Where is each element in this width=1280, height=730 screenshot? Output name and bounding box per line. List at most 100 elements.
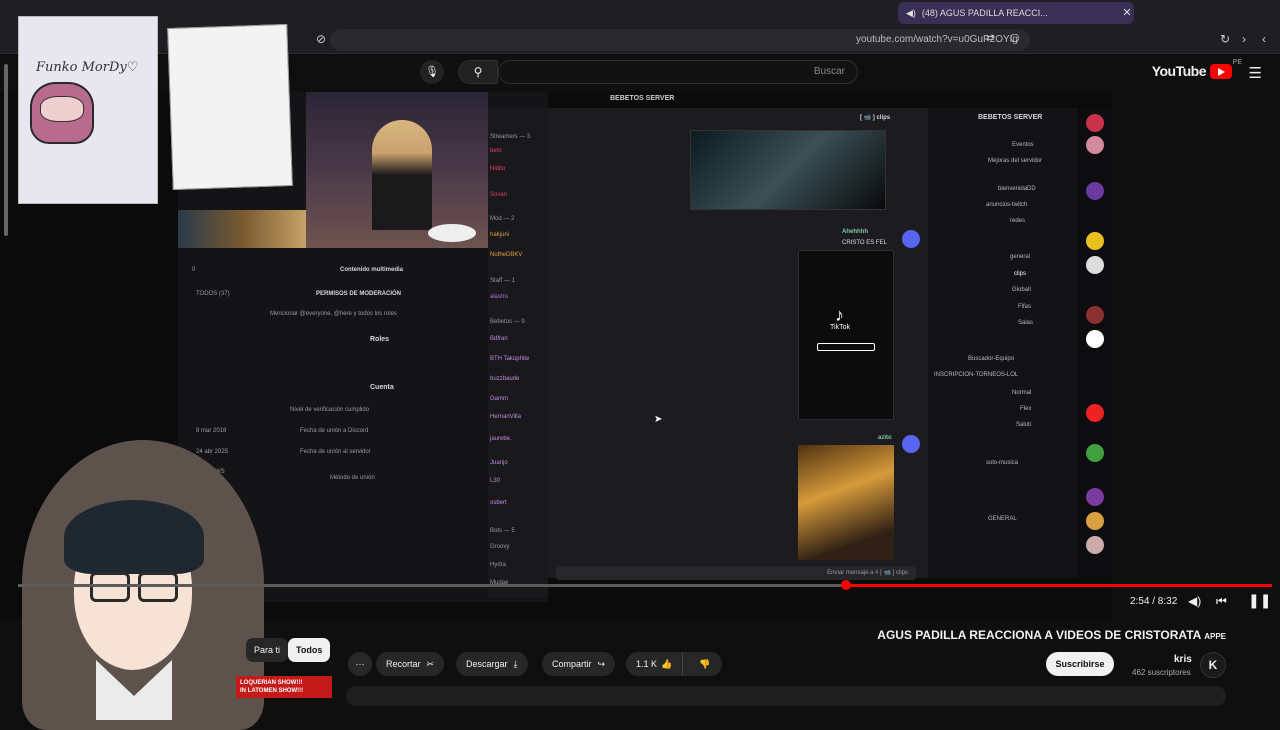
channel-item[interactable]: redes: [1010, 218, 1025, 224]
channel-item[interactable]: Saluti: [1016, 422, 1031, 428]
member-group: Bebetos — 9: [490, 319, 525, 325]
tab-title: (48) AGUS PADILLA REACCI...: [921, 8, 1048, 18]
block-icon[interactable]: ⊘: [316, 32, 326, 46]
chat-input[interactable]: Enviar mensaje a # [ 📹 ] clips: [556, 566, 916, 580]
glasses-icon: [138, 572, 178, 602]
server-icon[interactable]: [1086, 330, 1104, 348]
clip-button[interactable]: Recortar ✂: [376, 652, 445, 676]
webcam-person: [372, 120, 432, 230]
server-icon[interactable]: [1086, 488, 1104, 506]
save-bookmark-icon[interactable]: ⎔: [1010, 32, 1020, 45]
server-icon[interactable]: [1086, 256, 1104, 274]
server-icon[interactable]: [1086, 114, 1104, 132]
glasses-icon: [90, 572, 130, 602]
member-name: Groovy: [490, 544, 510, 550]
youtube-logo[interactable]: YouTube PE: [1151, 59, 1242, 79]
video-title: AGUS PADILLA REACCIONA A VIDEOS DE CRIST…: [877, 628, 1226, 642]
promo-line: LOQUERIAN SHOW!!!: [240, 680, 303, 686]
server-icon[interactable]: [1086, 512, 1104, 530]
server-icon[interactable]: [1086, 232, 1104, 250]
channel-item[interactable]: Buscador-Equipo: [968, 356, 1014, 362]
tab-close-icon[interactable]: ✕: [1120, 6, 1134, 20]
channel-item[interactable]: GlobalI: [1012, 287, 1031, 293]
server-icon[interactable]: [1086, 536, 1104, 554]
channel-item[interactable]: Mejoras del servidor: [988, 158, 1042, 164]
search-icon: ⚲: [473, 65, 483, 79]
address-bar[interactable]: youtube.com/watch?v=u0GuP2OYIg: [330, 29, 1030, 51]
channel-item[interactable]: Normal: [1012, 390, 1031, 396]
next-icon[interactable]: ⏮: [1216, 594, 1227, 609]
sound-icon: ◀): [906, 7, 916, 18]
description-box[interactable]: [346, 686, 1226, 706]
member-name: BTH Takophite: [490, 356, 530, 362]
profile-account: Cuenta: [370, 384, 394, 391]
message-author: azito: [878, 435, 892, 441]
profile-discord-joined: Fecha de unión a Discord: [300, 428, 369, 434]
recommended-thumbnail[interactable]: LOQUERIAN SHOW!!! IN LATOMEN SHOW!!!: [236, 676, 332, 698]
volume-icon[interactable]: ◀): [1188, 594, 1201, 608]
channel-item[interactable]: INSCRIPCION-TORNEOS-LOL: [934, 372, 1018, 378]
server-icon[interactable]: [1086, 444, 1104, 462]
channel-item[interactable]: solo-musica: [986, 460, 1018, 466]
pause-icon[interactable]: ❚❚: [1248, 592, 1271, 609]
tiktok-embed[interactable]: [798, 250, 894, 420]
site-info-icon[interactable]: ⇄: [986, 33, 994, 44]
webcam-plate: [428, 224, 476, 242]
discord-server-list: [1078, 108, 1112, 578]
subscribe-button[interactable]: Suscribirse: [1046, 652, 1114, 676]
server-name: BEBETOS SERVER: [978, 114, 1043, 121]
channel-item[interactable]: Flex: [1020, 406, 1031, 412]
server-icon[interactable]: [1086, 136, 1104, 154]
channel-item[interactable]: anuncios-twitch: [986, 202, 1027, 208]
channel-avatar[interactable]: K: [1200, 652, 1226, 678]
channel-item-active[interactable]: clips: [1014, 271, 1026, 277]
video-embed[interactable]: [798, 445, 894, 560]
like-button[interactable]: 1.1 K 👍: [626, 652, 684, 676]
microphone-icon: 🎙: [425, 66, 439, 78]
search-input[interactable]: Buscar: [498, 60, 858, 84]
server-icon[interactable]: [1086, 182, 1104, 200]
filter-chip-for-you[interactable]: Para ti: [246, 638, 289, 662]
video-title-text: AGUS PADILLA REACCIONA A VIDEOS DE CRIST…: [877, 628, 1201, 642]
member-name: Juanjo: [490, 460, 508, 466]
search-button[interactable]: ⚲: [458, 60, 498, 84]
tiktok-icon: ♪: [835, 305, 844, 325]
forward-icon[interactable]: ›: [1242, 32, 1246, 46]
member-name: Nidito: [490, 166, 506, 172]
logo-text: YouTube: [1151, 63, 1207, 79]
server-icon[interactable]: [1086, 306, 1104, 324]
voice-search-button[interactable]: 🎙: [420, 60, 444, 84]
channel-item[interactable]: Salas: [1018, 320, 1033, 326]
message-avatar: [902, 435, 920, 453]
channel-item[interactable]: Eventos: [1012, 142, 1034, 148]
browser-tab-active[interactable]: ◀) (48) AGUS PADILLA REACCI...: [898, 2, 1134, 24]
filter-chip-all[interactable]: Todos: [288, 638, 331, 662]
member-name: NotheDBKV: [490, 252, 523, 258]
clip-label: Recortar: [386, 659, 421, 669]
tiktok-button[interactable]: [817, 343, 875, 351]
discord-channel-header: [ 📹 ] clips: [860, 115, 891, 121]
member-name: jaurebe.: [490, 436, 512, 442]
back-icon[interactable]: ‹: [1262, 32, 1266, 46]
dislike-button[interactable]: 👎: [689, 659, 720, 670]
reload-icon[interactable]: ↻: [1220, 32, 1230, 46]
member-name: beto: [490, 148, 502, 154]
member-group: Bots — 5: [490, 528, 515, 534]
more-icon: ···: [355, 659, 365, 669]
channel-item[interactable]: Fifas: [1018, 304, 1031, 310]
scrollbar[interactable]: [4, 64, 8, 236]
like-dislike-group: 1.1 K 👍 👎: [626, 652, 722, 676]
menu-icon[interactable]: ☰: [1249, 64, 1262, 82]
more-actions-button[interactable]: ···: [348, 652, 372, 676]
clip-thumbnail[interactable]: [690, 130, 886, 210]
channel-item[interactable]: general: [1010, 254, 1030, 260]
download-button[interactable]: Descargar ⤓: [456, 652, 528, 676]
member-name: alastro: [490, 294, 509, 300]
share-button[interactable]: Compartir ↪: [542, 652, 616, 676]
channel-name[interactable]: kris: [1174, 654, 1192, 665]
profile-embed-label: Contenido multimedia: [340, 267, 403, 273]
progress-scrubber[interactable]: [841, 580, 851, 590]
server-icon[interactable]: [1086, 404, 1104, 422]
channel-item[interactable]: GENERAL: [988, 516, 1017, 522]
channel-item[interactable]: bienvenidaDD: [998, 186, 1036, 192]
